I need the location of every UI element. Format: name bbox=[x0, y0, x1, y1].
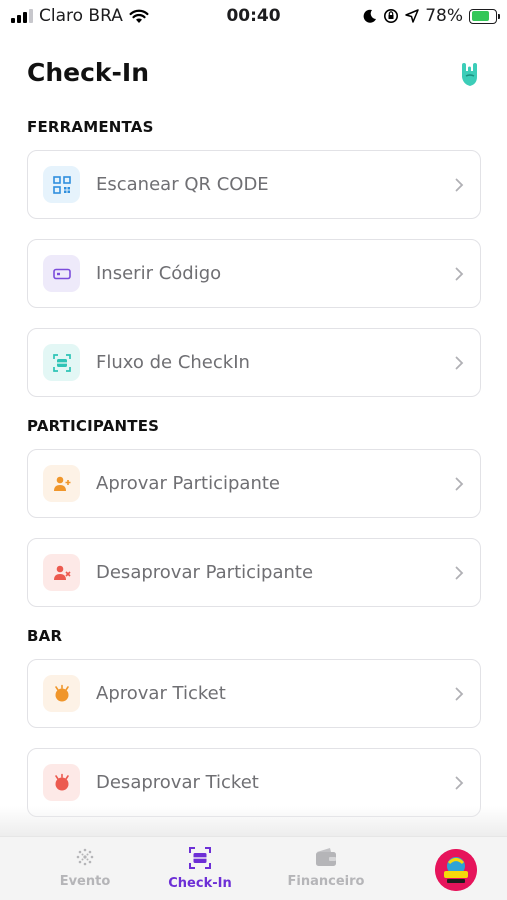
tab-label: Financeiro bbox=[287, 874, 365, 889]
scan-frame-icon bbox=[43, 344, 80, 381]
menu-item-approve-participant[interactable]: Aprovar Participante bbox=[27, 449, 481, 518]
battery-percent: 78% bbox=[425, 6, 463, 26]
menu-item-approve-ticket[interactable]: Aprovar Ticket bbox=[27, 659, 481, 728]
tab-financeiro[interactable]: Financeiro bbox=[271, 837, 381, 900]
scan-frame-icon bbox=[189, 847, 211, 869]
ticket-approve-icon bbox=[43, 675, 80, 712]
code-card-icon bbox=[43, 255, 80, 292]
chevron-right-icon bbox=[455, 776, 464, 789]
menu-item-label: Inserir Código bbox=[96, 263, 222, 284]
qr-scan-icon bbox=[43, 166, 80, 203]
menu-item-label: Fluxo de CheckIn bbox=[96, 352, 250, 373]
tab-check-in[interactable]: Check-In bbox=[145, 837, 255, 900]
orientation-lock-icon bbox=[384, 9, 399, 23]
scroll-fade bbox=[0, 806, 507, 836]
chevron-right-icon bbox=[455, 687, 464, 700]
section-title-ferramentas: FERRAMENTAS bbox=[27, 118, 154, 136]
tab-bar: Evento Check-In Financeiro bbox=[0, 836, 507, 900]
menu-item-insert-code[interactable]: Inserir Código bbox=[27, 239, 481, 308]
status-right: 78% bbox=[363, 6, 500, 26]
location-icon bbox=[405, 9, 419, 23]
ticket-reject-icon bbox=[43, 764, 80, 801]
section-title-bar: BAR bbox=[27, 627, 63, 645]
chevron-right-icon bbox=[455, 267, 464, 280]
menu-item-scan-qr[interactable]: Escanear QR CODE bbox=[27, 150, 481, 219]
menu-item-checkin-flow[interactable]: Fluxo de CheckIn bbox=[27, 328, 481, 397]
tab-label: Check-In bbox=[168, 876, 232, 891]
moon-icon bbox=[363, 9, 377, 23]
status-bar: Claro BRA 00:40 78% bbox=[0, 0, 507, 34]
menu-item-reject-participant[interactable]: Desaprovar Participante bbox=[27, 538, 481, 607]
menu-item-label: Escanear QR CODE bbox=[96, 174, 269, 195]
menu-item-label: Aprovar Ticket bbox=[96, 683, 226, 704]
globe-icon bbox=[76, 848, 94, 866]
battery-icon bbox=[469, 8, 500, 24]
avatar[interactable] bbox=[435, 849, 477, 891]
menu-item-label: Desaprovar Participante bbox=[96, 562, 314, 583]
section-title-participantes: PARTICIPANTES bbox=[27, 417, 160, 435]
chevron-right-icon bbox=[455, 477, 464, 490]
user-remove-icon bbox=[43, 554, 80, 591]
tab-label: Evento bbox=[59, 874, 111, 889]
rock-hand-icon[interactable] bbox=[458, 62, 482, 88]
menu-item-label: Aprovar Participante bbox=[96, 473, 280, 494]
user-add-icon bbox=[43, 465, 80, 502]
wallet-icon bbox=[316, 848, 336, 866]
chevron-right-icon bbox=[455, 178, 464, 191]
menu-item-label: Desaprovar Ticket bbox=[96, 772, 259, 793]
chevron-right-icon bbox=[455, 566, 464, 579]
page-title: Check-In bbox=[27, 58, 150, 87]
tab-evento[interactable]: Evento bbox=[30, 837, 140, 900]
chevron-right-icon bbox=[455, 356, 464, 369]
